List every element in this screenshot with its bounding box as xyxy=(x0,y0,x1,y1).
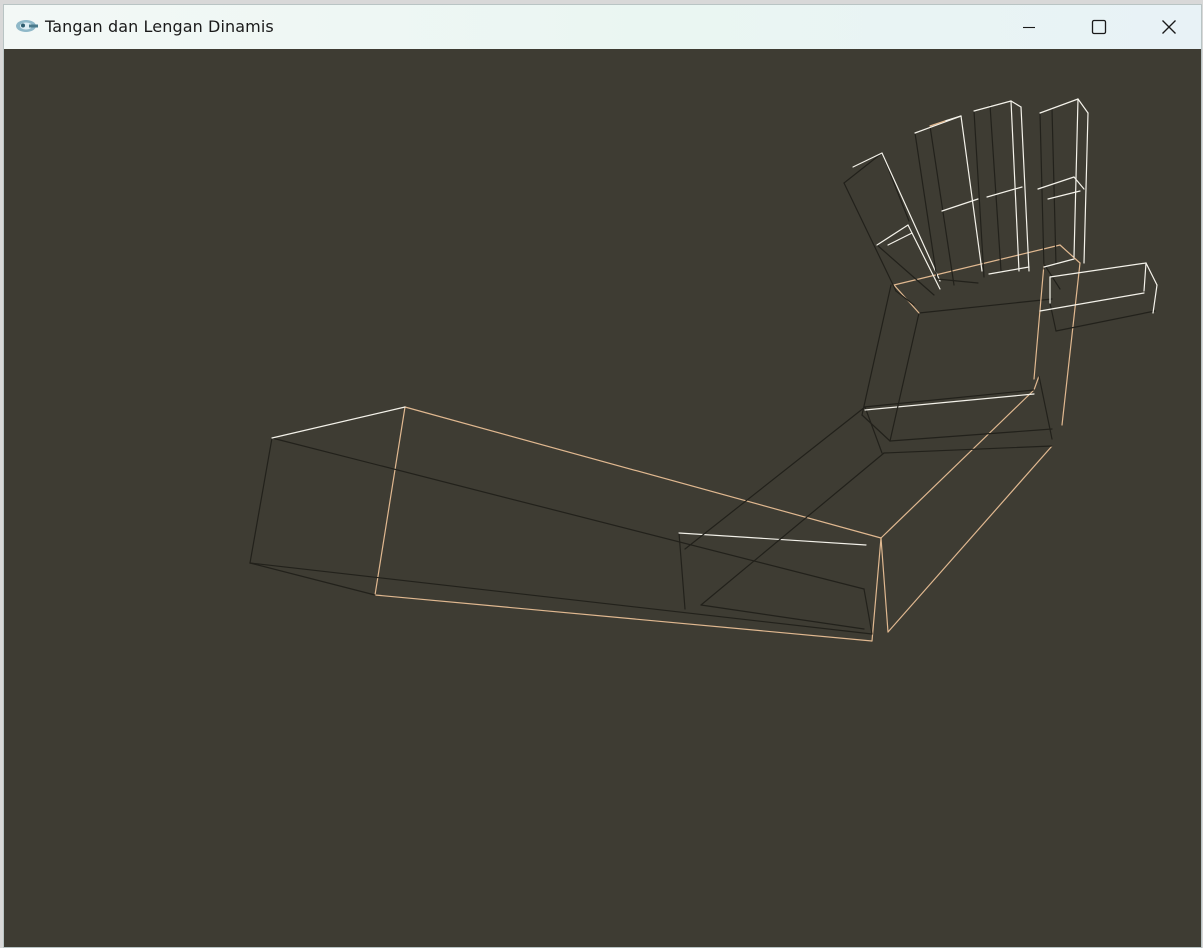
palm-wireframe xyxy=(861,244,1081,442)
finger-1-wireframe xyxy=(843,152,941,306)
opengl-viewport[interactable] xyxy=(4,49,1201,947)
thumb-wireframe xyxy=(1039,262,1158,332)
finger-4-wireframe xyxy=(1037,98,1089,270)
maximize-button[interactable] xyxy=(1064,5,1134,49)
minimize-icon xyxy=(1021,19,1037,35)
maximize-icon xyxy=(1091,19,1107,35)
arm-hand-wireframe xyxy=(249,98,1158,642)
upper-arm-wireframe xyxy=(249,406,889,642)
finger-3-wireframe xyxy=(973,100,1030,278)
close-button[interactable] xyxy=(1134,5,1201,49)
app-window: Tangan dan Lengan Dinamis xyxy=(3,4,1202,948)
minimize-button[interactable] xyxy=(994,5,1064,49)
opengl-glut-app-icon xyxy=(15,18,39,34)
close-icon xyxy=(1161,19,1177,35)
title-bar[interactable]: Tangan dan Lengan Dinamis xyxy=(4,5,1201,49)
forearm-wireframe xyxy=(684,375,1053,633)
window-title: Tangan dan Lengan Dinamis xyxy=(45,17,274,36)
